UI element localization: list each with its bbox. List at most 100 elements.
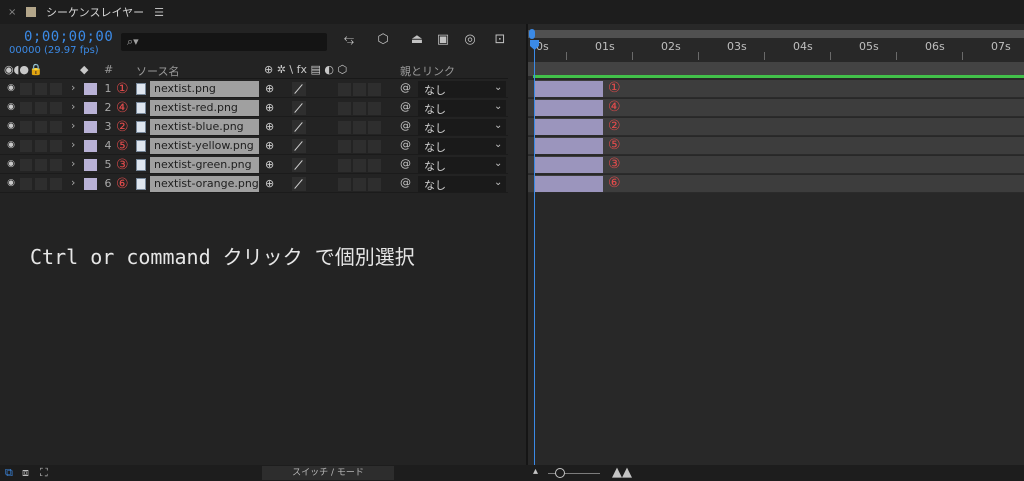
motion-blur-icon[interactable]: ◎: [461, 31, 479, 49]
toggle-switches-modes-button[interactable]: スイッチ / モード: [262, 466, 394, 480]
quality-switch[interactable]: [292, 158, 306, 172]
adjustment-layer-switch[interactable]: [353, 121, 366, 134]
zoom-in-icon[interactable]: ▲▲: [612, 465, 632, 480]
chevron-down-icon[interactable]: ⌄: [494, 120, 502, 131]
quality-switch[interactable]: [292, 139, 306, 153]
visibility-eye-icon[interactable]: ◉: [5, 121, 17, 131]
label-color-swatch[interactable]: [84, 121, 97, 133]
label-color-swatch[interactable]: [84, 102, 97, 114]
quality-switch[interactable]: [292, 101, 306, 115]
label-color-swatch[interactable]: [84, 140, 97, 152]
shy-switch-icon[interactable]: ⊕: [265, 139, 274, 152]
layer-switches-toggle-icon[interactable]: ⧉: [5, 466, 13, 480]
parent-dropdown-value[interactable]: なし: [424, 82, 446, 98]
adjustment-layer-switch[interactable]: [353, 178, 366, 191]
parent-dropdown-value[interactable]: なし: [424, 101, 446, 117]
audio-toggle[interactable]: [20, 140, 32, 152]
audio-toggle[interactable]: [20, 121, 32, 133]
adjustment-layer-switch[interactable]: [353, 83, 366, 96]
shy-switch-icon[interactable]: ⊕: [265, 82, 274, 95]
3d-layer-switch[interactable]: [368, 159, 381, 172]
adjustment-layer-switch[interactable]: [353, 140, 366, 153]
zoom-slider-handle[interactable]: [555, 468, 565, 478]
motion-blur-switch[interactable]: [338, 140, 351, 153]
layer-row[interactable]: ◉ › 3 ② nextist-blue.png ⊕ @ なし ⌄: [0, 118, 508, 136]
draft-3d-icon[interactable]: ⬡: [374, 31, 392, 49]
layer-row[interactable]: ◉ › 5 ③ nextist-green.png ⊕ @ なし ⌄: [0, 156, 508, 174]
layer-source-name[interactable]: nextist-blue.png: [154, 120, 244, 133]
composition-tab-title[interactable]: シーケンスレイヤー: [46, 4, 144, 20]
pick-whip-icon[interactable]: @: [400, 119, 411, 132]
label-color-swatch[interactable]: [84, 178, 97, 190]
lock-toggle[interactable]: [50, 102, 62, 114]
in-out-toggle-icon[interactable]: ⛶: [40, 466, 48, 480]
adjustment-layer-switch[interactable]: [353, 102, 366, 115]
shy-switch-icon[interactable]: ⊕: [265, 101, 274, 114]
current-time-indicator[interactable]: [534, 40, 535, 465]
parent-dropdown-value[interactable]: なし: [424, 158, 446, 174]
graph-editor-icon[interactable]: ⊡: [491, 31, 509, 49]
visibility-eye-icon[interactable]: ◉: [5, 140, 17, 150]
expand-chevron-icon[interactable]: ›: [71, 176, 75, 189]
expand-chevron-icon[interactable]: ›: [71, 138, 75, 151]
lock-toggle[interactable]: [50, 83, 62, 95]
layer-source-name[interactable]: nextist-red.png: [154, 101, 238, 114]
layer-duration-bar[interactable]: [535, 157, 603, 173]
motion-blur-switch[interactable]: [338, 159, 351, 172]
layer-row[interactable]: ◉ › 4 ⑤ nextist-yellow.png ⊕ @ なし ⌄: [0, 137, 508, 155]
motion-blur-switch[interactable]: [338, 178, 351, 191]
lock-toggle[interactable]: [50, 159, 62, 171]
search-input[interactable]: ⌕▾: [121, 33, 327, 51]
frame-blending-icon[interactable]: ▣: [434, 31, 452, 49]
motion-blur-switch[interactable]: [338, 102, 351, 115]
parent-dropdown-value[interactable]: なし: [424, 139, 446, 155]
audio-toggle[interactable]: [20, 102, 32, 114]
chevron-down-icon[interactable]: ⌄: [494, 158, 502, 169]
layer-source-name[interactable]: nextist-orange.png: [154, 177, 259, 190]
parent-dropdown-value[interactable]: なし: [424, 177, 446, 193]
pick-whip-icon[interactable]: @: [400, 100, 411, 113]
solo-toggle[interactable]: [35, 159, 47, 171]
motion-blur-switch[interactable]: [338, 121, 351, 134]
layer-duration-bar[interactable]: [535, 100, 603, 116]
shy-switch-icon[interactable]: ⊕: [265, 177, 274, 190]
3d-layer-switch[interactable]: [368, 178, 381, 191]
time-navigator-start-handle[interactable]: [529, 29, 535, 39]
pick-whip-icon[interactable]: @: [400, 81, 411, 94]
quality-switch[interactable]: [292, 120, 306, 134]
solo-toggle[interactable]: [35, 178, 47, 190]
pick-whip-icon[interactable]: @: [400, 176, 411, 189]
lock-toggle[interactable]: [50, 178, 62, 190]
layer-source-name[interactable]: nextist-yellow.png: [154, 139, 254, 152]
3d-layer-switch[interactable]: [368, 121, 381, 134]
hide-shy-layers-icon[interactable]: ⏏: [408, 31, 426, 49]
label-color-swatch[interactable]: [84, 83, 97, 95]
pick-whip-icon[interactable]: @: [400, 138, 411, 151]
layer-source-name[interactable]: nextist.png: [154, 82, 216, 95]
solo-toggle[interactable]: [35, 121, 47, 133]
transfer-controls-toggle-icon[interactable]: ⧈: [22, 466, 29, 480]
audio-toggle[interactable]: [20, 83, 32, 95]
chevron-down-icon[interactable]: ⌄: [494, 82, 502, 93]
solo-toggle[interactable]: [35, 140, 47, 152]
layer-row[interactable]: ◉ › 1 ① nextist.png ⊕ @ なし ⌄: [0, 80, 508, 98]
source-name-column-header[interactable]: ソース名: [136, 63, 179, 79]
chevron-down-icon[interactable]: ⌄: [494, 139, 502, 150]
parent-dropdown-value[interactable]: なし: [424, 120, 446, 136]
solo-toggle[interactable]: [35, 83, 47, 95]
chevron-down-icon[interactable]: ⌄: [494, 177, 502, 188]
expand-chevron-icon[interactable]: ›: [71, 157, 75, 170]
visibility-eye-icon[interactable]: ◉: [5, 83, 17, 93]
layer-duration-bar[interactable]: [535, 119, 603, 135]
pick-whip-icon[interactable]: @: [400, 157, 411, 170]
lock-toggle[interactable]: [50, 140, 62, 152]
layer-duration-bar[interactable]: [535, 138, 603, 154]
expand-chevron-icon[interactable]: ›: [71, 81, 75, 94]
visibility-eye-icon[interactable]: ◉: [5, 102, 17, 112]
audio-toggle[interactable]: [20, 159, 32, 171]
label-color-swatch[interactable]: [84, 159, 97, 171]
solo-toggle[interactable]: [35, 102, 47, 114]
shy-switch-icon[interactable]: ⊕: [265, 120, 274, 133]
quality-switch[interactable]: [292, 177, 306, 191]
audio-toggle[interactable]: [20, 178, 32, 190]
